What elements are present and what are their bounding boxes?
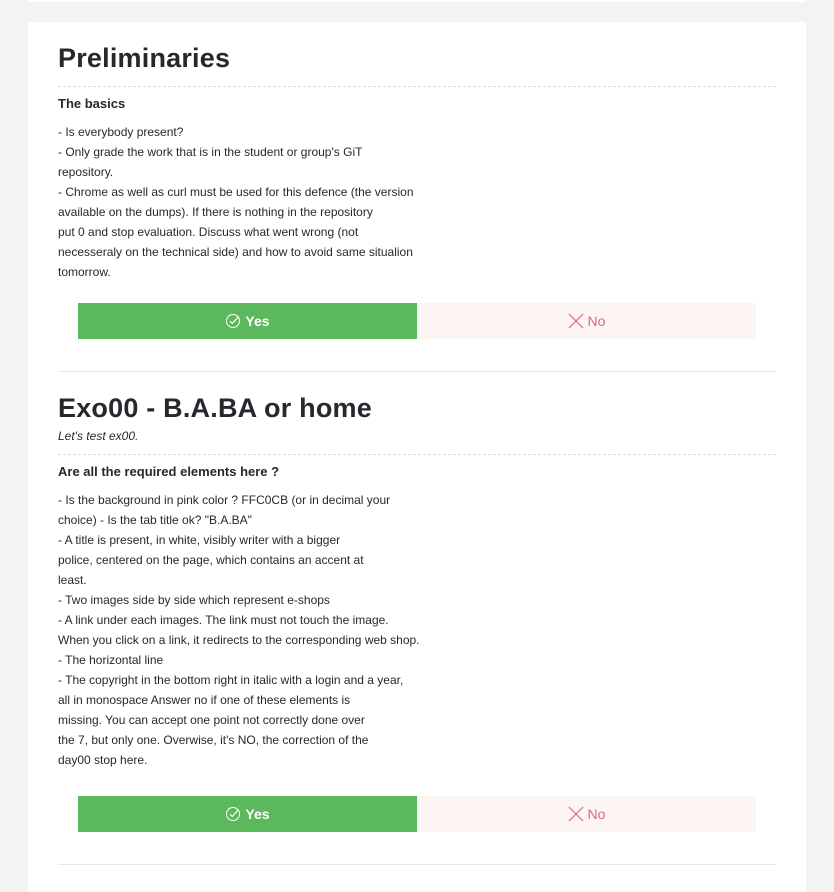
divider xyxy=(58,454,776,455)
guideline-line: all in monospace Answer no if one of the… xyxy=(58,693,351,707)
previous-card xyxy=(28,0,806,2)
section-title: Exo00 - B.A.BA or home xyxy=(58,393,372,423)
guideline-line: - Two images side by side which represen… xyxy=(58,593,330,607)
no-button[interactable]: No xyxy=(417,303,756,339)
yes-button[interactable]: Yes xyxy=(78,796,417,832)
guideline-line: - A link under each images. The link mus… xyxy=(58,613,389,627)
guideline-line: missing. You can accept one point not co… xyxy=(58,713,365,727)
guideline-line: put 0 and stop evaluation. Discuss what … xyxy=(58,225,359,239)
yes-label: Yes xyxy=(245,313,270,329)
yes-button[interactable]: Yes xyxy=(78,303,417,339)
check-circle-icon xyxy=(226,314,241,328)
no-button[interactable]: No xyxy=(417,796,756,832)
question-title: The basics xyxy=(58,96,126,111)
guideline-line: When you click on a link, it redirects t… xyxy=(58,633,420,647)
guideline-line: police, centered on the page, which cont… xyxy=(58,553,364,567)
divider xyxy=(58,86,776,87)
question-title: Are all the required elements here ? xyxy=(58,464,280,479)
section-subtitle: Let's test ex00. xyxy=(58,429,139,443)
guideline-line: choice) - Is the tab title ok? "B.A.BA" xyxy=(58,513,252,527)
guideline-line: - Is the background in pink color ? FFC0… xyxy=(58,493,391,507)
yes-label: Yes xyxy=(245,806,270,822)
guideline-line: - Is everybody present? xyxy=(58,125,184,139)
guideline-line: - The copyright in the bottom right in i… xyxy=(58,673,404,687)
close-icon xyxy=(568,313,583,329)
answer-row: Yes No xyxy=(78,796,756,832)
guideline-line: day00 stop here. xyxy=(58,753,148,767)
guideline-line: least. xyxy=(58,573,87,587)
evaluation-card: Preliminaries The basics - Is everybody … xyxy=(28,22,806,892)
guideline-line: necesseraly on the technical side) and h… xyxy=(58,245,413,259)
guideline-line: - Only grade the work that is in the stu… xyxy=(58,145,363,159)
guideline-line: tomorrow. xyxy=(58,265,111,279)
guideline-line: repository. xyxy=(58,165,114,179)
guideline-line: the 7, but only one. Overwise, it's NO, … xyxy=(58,733,369,747)
guideline-line: - The horizontal line xyxy=(58,653,164,667)
guidelines: - Is everybody present? - Only grade the… xyxy=(58,122,438,282)
close-icon xyxy=(568,806,583,822)
guideline-line: - Chrome as well as curl must be used fo… xyxy=(58,185,414,199)
answer-row: Yes No xyxy=(78,303,756,339)
section-exo00: Exo00 - B.A.BA or home Let's test ex00. … xyxy=(58,390,776,770)
section-title: Preliminaries xyxy=(58,43,231,73)
guideline-line: - A title is present, in white, visibly … xyxy=(58,533,341,547)
check-circle-icon xyxy=(226,807,241,821)
section-preliminaries: Preliminaries The basics - Is everybody … xyxy=(58,40,776,282)
guideline-line: available on the dumps). If there is not… xyxy=(58,205,373,219)
section-separator xyxy=(58,864,776,865)
section-separator xyxy=(58,371,776,372)
no-label: No xyxy=(587,806,606,822)
no-label: No xyxy=(587,313,606,329)
guidelines: - Is the background in pink color ? FFC0… xyxy=(58,490,438,770)
